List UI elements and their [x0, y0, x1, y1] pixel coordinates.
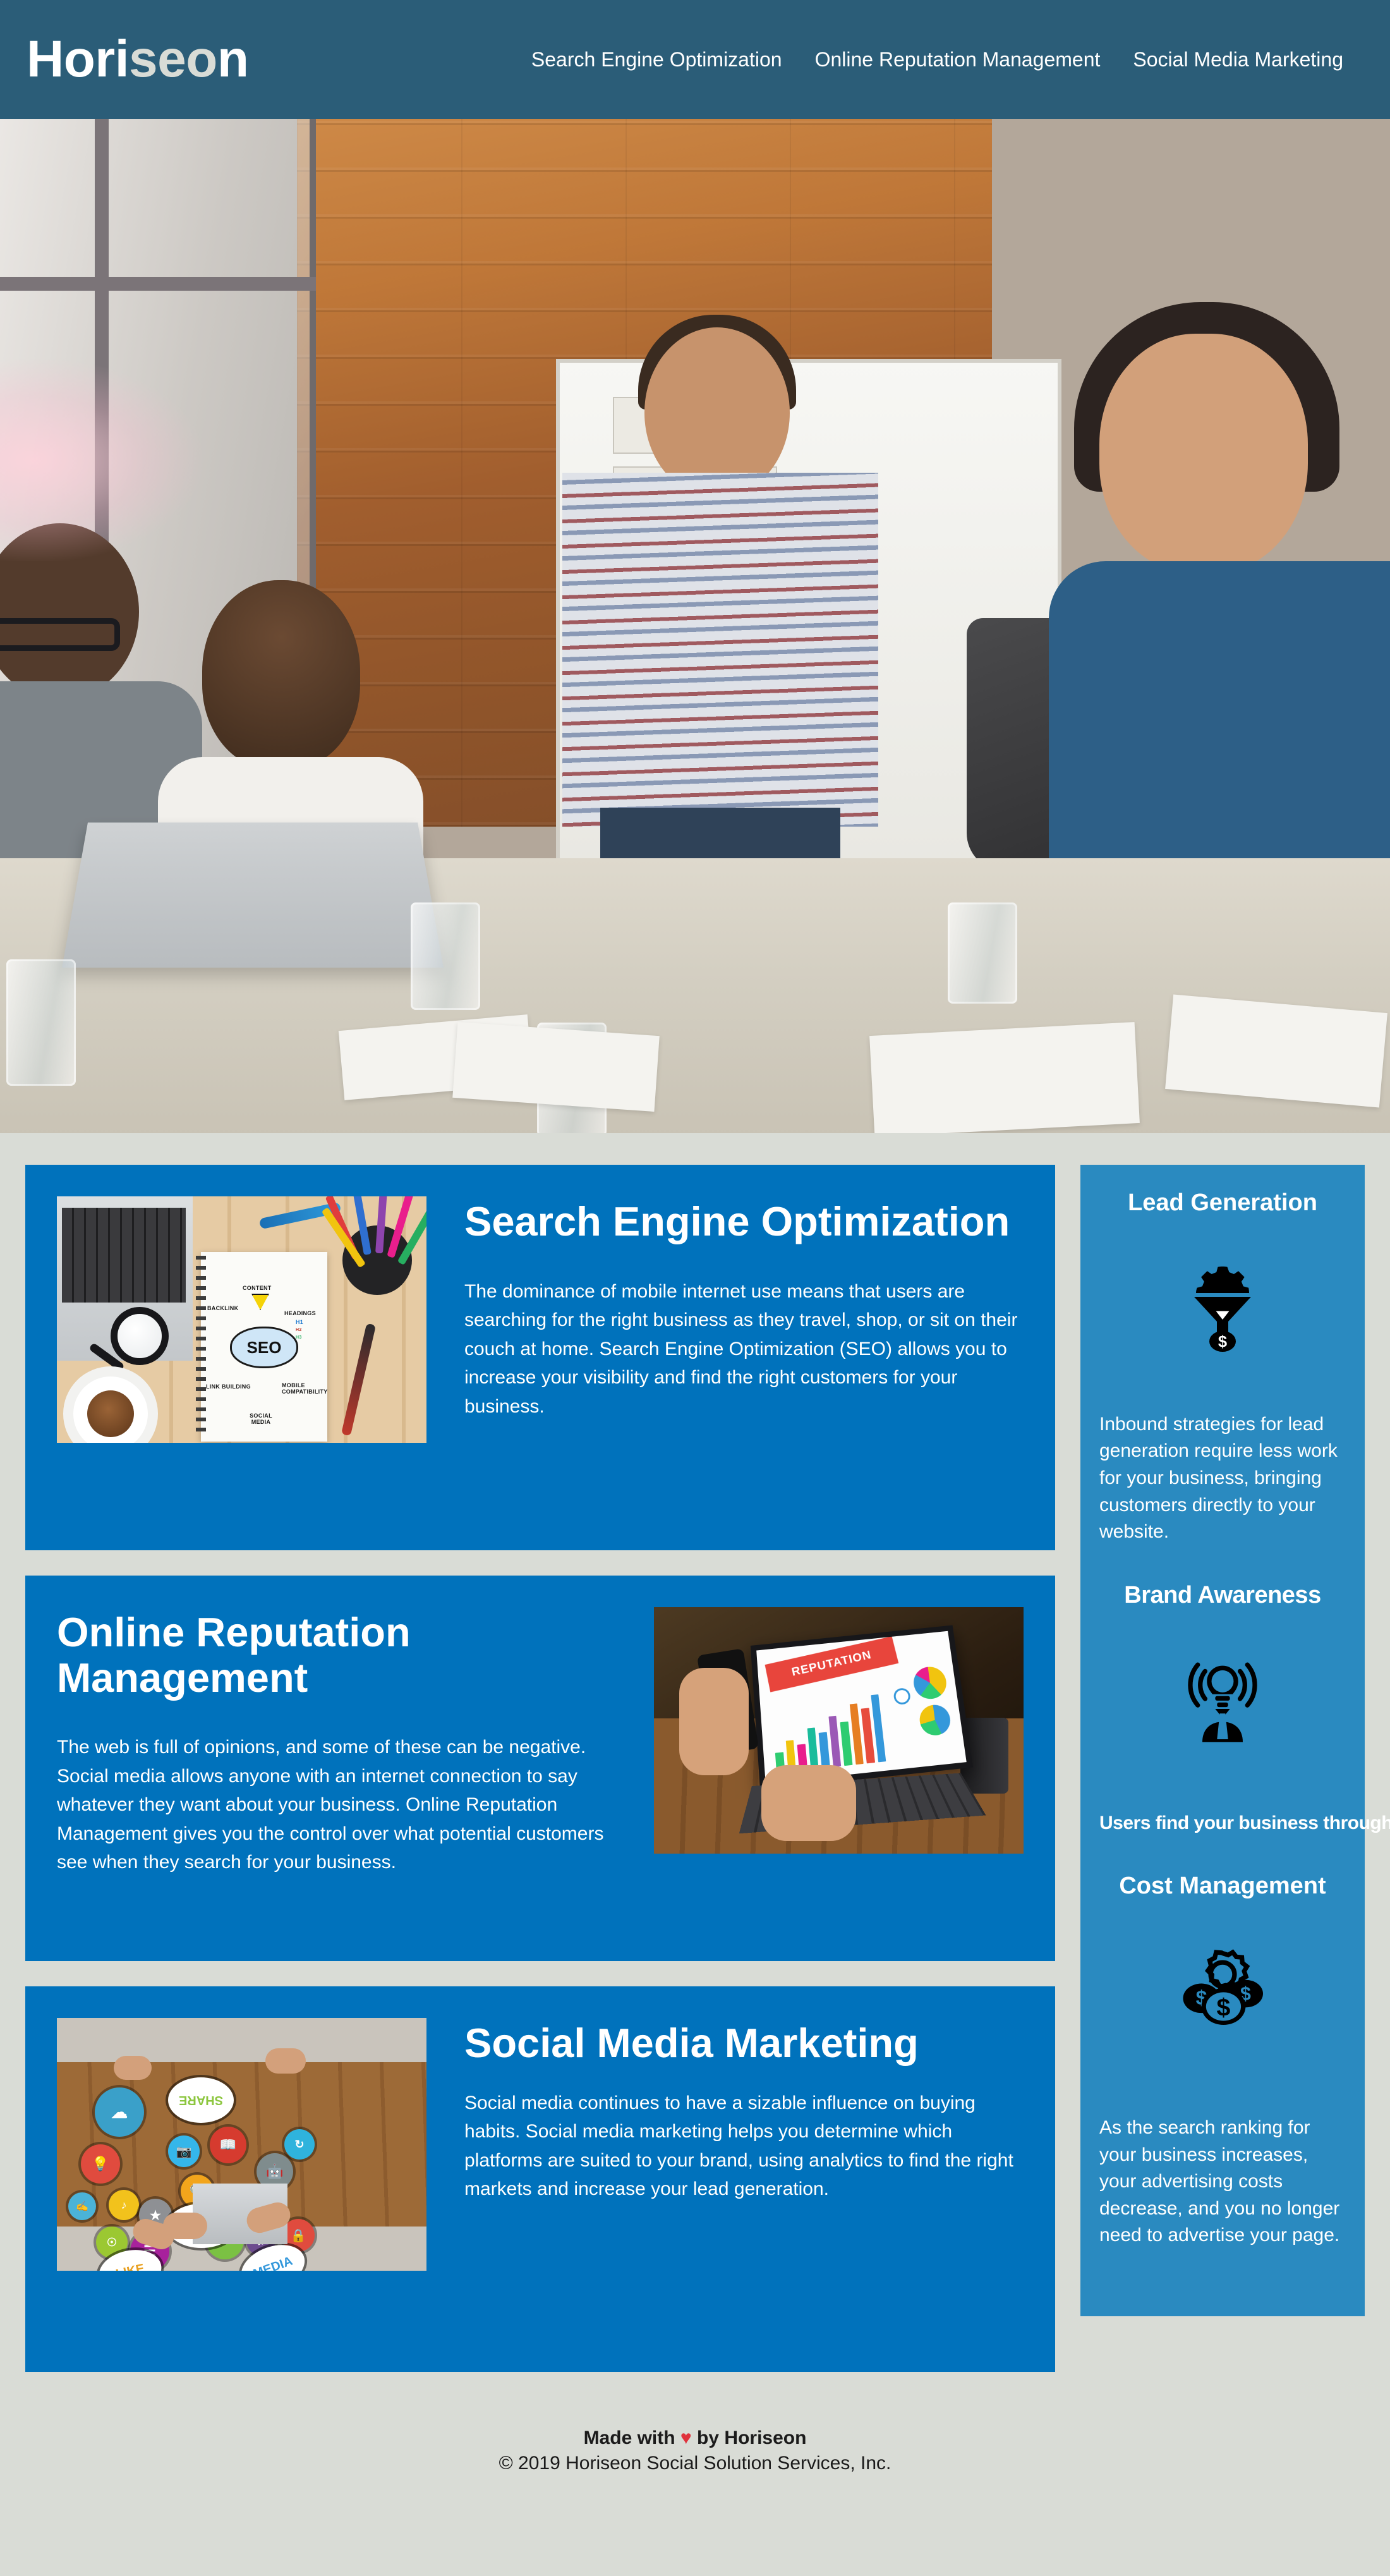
- service-card-online-reputation-management[interactable]: REPUTATION Online Reputation Management …: [25, 1576, 1055, 1961]
- benefit-title-brand-awareness: Brand Awareness: [1124, 1581, 1321, 1608]
- service-title-social-media-marketing: Social Media Marketing: [464, 2020, 919, 2066]
- main-navigation: Search Engine Optimization Online Reputa…: [515, 49, 1366, 70]
- service-image-search-engine-optimization: SEO CONTENT BACKLINK HEADINGS LINK BUILD…: [57, 1196, 426, 1443]
- hero-person-standing: [543, 315, 897, 997]
- hero-water-glass: [6, 959, 76, 1086]
- hero-paper: [452, 1021, 660, 1112]
- benefit-text-brand-awareness: Users find your business through paid an…: [1099, 1812, 1390, 1833]
- benefit-text-cost-management: As the search ranking for your business …: [1099, 2117, 1340, 2246]
- footer-made-prefix: Made with: [583, 2427, 680, 2448]
- gear-funnel-dollar-icon: $: [1099, 1256, 1346, 1357]
- hero-water-glass: [948, 902, 1017, 1004]
- service-text-search-engine-optimization: The dominance of mobile internet use mea…: [464, 1280, 1018, 1417]
- service-text-online-reputation-management: The web is full of opinions, and some of…: [57, 1737, 604, 1873]
- seo-heading-label: H3: [296, 1335, 302, 1340]
- seo-keyword-label: LINK BUILDING: [206, 1383, 251, 1390]
- hero-paper: [869, 1022, 1140, 1133]
- svg-text:$: $: [1218, 1333, 1227, 1351]
- hero-window-transom: [0, 277, 316, 291]
- seo-keyword-label: SEO: [246, 1337, 282, 1357]
- brand-logo-accent: seo: [129, 30, 217, 88]
- hero-person-right: [1024, 302, 1390, 915]
- social-bubble-label: SHARE: [168, 2077, 234, 2123]
- site-header: Horiseon Search Engine Optimization Onli…: [0, 0, 1390, 119]
- footer-copyright: © 2019 Horiseon Social Solution Services…: [499, 2453, 891, 2474]
- service-image-online-reputation-management: REPUTATION: [654, 1607, 1024, 1854]
- heart-icon: ♥: [680, 2427, 692, 2448]
- nav-link-online-reputation-management[interactable]: Online Reputation Management: [799, 49, 1117, 70]
- seo-keyword-label: BACKLINK: [207, 1305, 239, 1311]
- benefit-brand-awareness[interactable]: Brand Awareness Users find your business…: [1099, 1575, 1390, 1866]
- benefits-sidebar: Lead Generation $ Inbound strategies for…: [1080, 1165, 1390, 2316]
- site-footer: Made with ♥ by Horiseon © 2019 Horiseon …: [0, 2397, 1390, 2507]
- seo-heading-label: H1: [296, 1319, 304, 1325]
- benefit-title-cost-management: Cost Management: [1119, 1873, 1326, 1900]
- service-body-social-media-marketing: Social Media Marketing Social media cont…: [464, 2018, 1024, 2204]
- benefit-text-lead-generation: Inbound strategies for lead generation r…: [1099, 1413, 1338, 1543]
- page-content: SEO CONTENT BACKLINK HEADINGS LINK BUILD…: [0, 1133, 1390, 2397]
- reputation-screen-banner: REPUTATION: [764, 1636, 899, 1692]
- service-card-social-media-marketing[interactable]: ☁ 💡 ✍ ♪ ★ ☉ ☰ 🔍 📷 📖 🤖 ↻ ↺ ♫ 🔒 SHARE: [25, 1986, 1055, 2372]
- services-column: SEO CONTENT BACKLINK HEADINGS LINK BUILD…: [25, 1165, 1055, 2397]
- seo-heading-label: H2: [296, 1328, 302, 1332]
- service-text-social-media-marketing: Social media continues to have a sizable…: [464, 2092, 1013, 2200]
- service-body-search-engine-optimization: Search Engine Optimization The dominance…: [464, 1196, 1024, 1421]
- benefit-title-lead-generation: Lead Generation: [1128, 1189, 1317, 1216]
- gear-dollar-coins-icon: $ $ $: [1099, 1939, 1346, 2040]
- hero-laptop: [62, 822, 444, 968]
- seo-keyword-label: SOCIAL MEDIA: [250, 1413, 272, 1425]
- service-image-social-media-marketing: ☁ 💡 ✍ ♪ ★ ☉ ☰ 🔍 📷 📖 🤖 ↻ ↺ ♫ 🔒 SHARE: [57, 2018, 426, 2271]
- hero-lens-flare: [0, 359, 202, 561]
- brand-logo-primary: Hori: [27, 30, 130, 88]
- svg-text:$: $: [1217, 1993, 1231, 2021]
- magnifying-glass-icon: [111, 1307, 169, 1365]
- service-title-online-reputation-management: Online Reputation Management: [57, 1609, 411, 1701]
- nav-link-search-engine-optimization[interactable]: Search Engine Optimization: [515, 49, 799, 70]
- seo-keyword-label: HEADINGS: [284, 1310, 316, 1316]
- service-card-search-engine-optimization[interactable]: SEO CONTENT BACKLINK HEADINGS LINK BUILD…: [25, 1165, 1055, 1550]
- person-lightbulb-broadcast-icon: [1099, 1648, 1346, 1749]
- benefit-lead-generation[interactable]: Lead Generation $ Inbound strategies for…: [1099, 1182, 1346, 1575]
- nav-link-social-media-marketing[interactable]: Social Media Marketing: [1116, 49, 1360, 70]
- service-title-search-engine-optimization: Search Engine Optimization: [464, 1198, 1010, 1244]
- hero-paper: [1165, 994, 1387, 1108]
- hero-photo: [0, 119, 1390, 1133]
- hero-banner: [0, 119, 1390, 1133]
- seo-keyword-label: CONTENT: [243, 1285, 272, 1291]
- footer-made-with-line: Made with ♥ by Horiseon: [0, 2427, 1390, 2449]
- benefit-cost-management[interactable]: Cost Management $ $ $ As the search rank…: [1099, 1866, 1346, 2278]
- hero-water-glass: [411, 902, 480, 1010]
- brand-logo-suffix: n: [217, 30, 249, 88]
- seo-keyword-label: MOBILE COMPATIBILITY: [282, 1382, 328, 1395]
- service-body-online-reputation-management: Online Reputation Management The web is …: [57, 1607, 616, 1877]
- brand-logo[interactable]: Horiseon: [27, 30, 249, 88]
- footer-made-suffix: by Horiseon: [691, 2427, 807, 2448]
